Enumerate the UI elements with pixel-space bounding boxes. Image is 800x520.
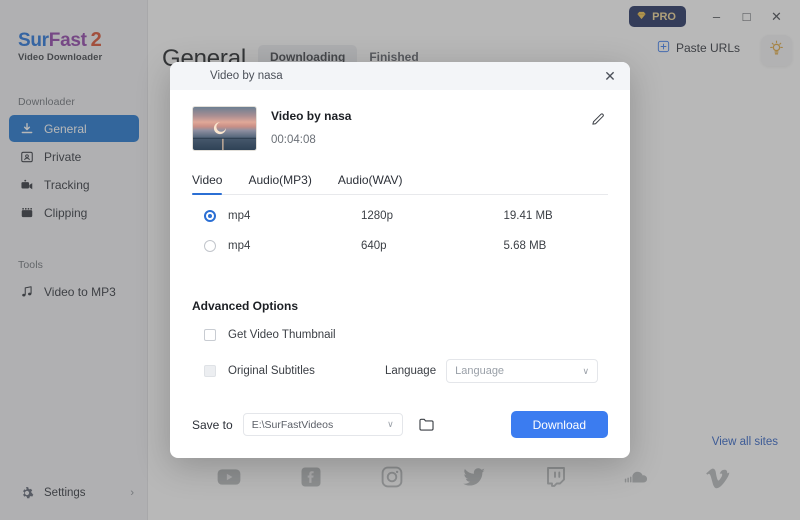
application-window: SurFast 2 Video Downloader Downloader Gen…	[0, 0, 800, 520]
format-resolution: 1280p	[361, 210, 393, 222]
format-size: 5.68 MB	[503, 240, 547, 252]
format-row[interactable]: mp4 640p 5.68 MB	[192, 231, 608, 261]
format-list: mp4 1280p 19.41 MB mp4 640p 5.68 MB	[192, 201, 608, 261]
format-tabs: Video Audio(MP3) Audio(WAV)	[192, 173, 608, 195]
dialog-header: Video by nasa ✕	[170, 62, 630, 90]
dialog-body: Video by nasa 00:04:08 Video Audio(MP3) …	[170, 90, 630, 458]
language-select[interactable]: Language ∨	[446, 359, 599, 383]
dialog-title: Video by nasa	[210, 70, 283, 82]
format-extension: mp4	[228, 240, 251, 252]
language-label: Language	[384, 365, 437, 377]
option-original-subtitles[interactable]: Original Subtitles Language Language ∨	[192, 357, 608, 385]
format-size: 19.41 MB	[503, 210, 553, 222]
option-label: Original Subtitles	[228, 365, 315, 377]
chevron-down-icon: ∨	[387, 419, 394, 429]
save-path-select[interactable]: E:\SurFastVideos ∨	[242, 413, 403, 436]
option-label: Get Video Thumbnail	[228, 329, 336, 341]
tab-video[interactable]: Video	[192, 173, 223, 195]
video-title: Video by nasa	[271, 109, 352, 123]
save-to-label: Save to	[192, 417, 233, 432]
checkbox[interactable]	[204, 329, 216, 341]
download-button[interactable]: Download	[510, 411, 608, 438]
video-duration: 00:04:08	[271, 134, 316, 146]
option-get-video-thumbnail[interactable]: Get Video Thumbnail	[192, 321, 608, 349]
download-settings-dialog: Video by nasa ✕ Video by nasa 00:04:08 V…	[170, 62, 630, 458]
language-select-value: Language	[455, 365, 505, 377]
chevron-down-icon: ∨	[582, 365, 590, 376]
browse-folder-icon[interactable]	[417, 415, 437, 435]
close-icon[interactable]: ✕	[600, 66, 620, 86]
checkbox[interactable]	[204, 365, 216, 377]
video-summary: Video by nasa 00:04:08	[192, 90, 608, 151]
format-radio[interactable]	[204, 210, 216, 222]
video-meta: Video by nasa 00:04:08	[271, 106, 351, 146]
format-resolution: 640p	[361, 240, 387, 252]
edit-pencil-icon[interactable]	[588, 108, 608, 128]
tab-audio-mp3[interactable]: Audio(MP3)	[248, 173, 311, 194]
advanced-options-title: Advanced Options	[192, 299, 299, 313]
save-path-value: E:\SurFastVideos	[251, 418, 334, 431]
format-extension: mp4	[228, 210, 251, 222]
save-to-row: Save to E:\SurFastVideos ∨ Download	[192, 411, 608, 438]
tab-audio-wav[interactable]: Audio(WAV)	[338, 173, 403, 194]
format-row[interactable]: mp4 1280p 19.41 MB	[192, 201, 608, 231]
video-thumbnail	[192, 106, 257, 151]
format-radio[interactable]	[204, 240, 216, 252]
